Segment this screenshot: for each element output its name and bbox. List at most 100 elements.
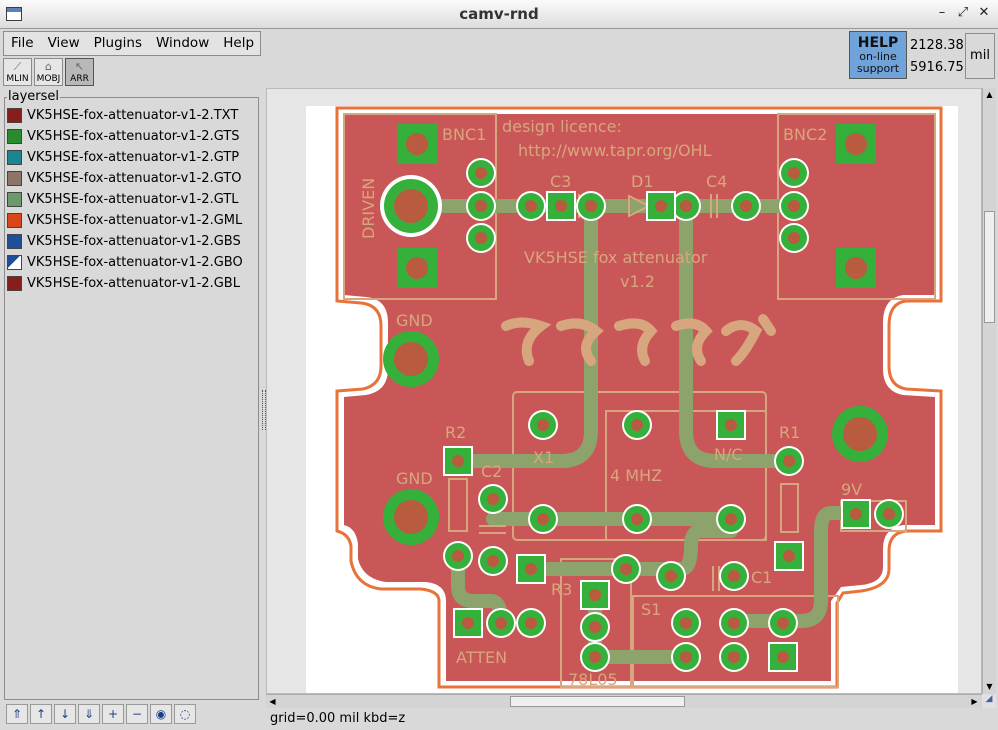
layer-name: VK5HSE-fox-attenuator-v1-2.GBO (27, 255, 243, 270)
layer-row[interactable]: VK5HSE-fox-attenuator-v1-2.GBL (6, 273, 258, 294)
layer-color-swatch[interactable] (7, 276, 22, 291)
layer-row[interactable]: VK5HSE-fox-attenuator-v1-2.GTP (6, 147, 258, 168)
menu-file[interactable]: File (4, 32, 41, 55)
tool-arr-label: ARR (70, 74, 89, 84)
scroll-down-icon[interactable]: ▼ (983, 680, 996, 693)
layer-toolbar: ⇑ ↑ ↓ ⇓ + − ◉ ◌ (6, 704, 198, 724)
layer-color-swatch[interactable] (7, 150, 22, 165)
label-mhz: 4 MHZ (610, 466, 662, 485)
label-gnd2: GND (396, 469, 433, 488)
layer-row[interactable]: VK5HSE-fox-attenuator-v1-2.GML (6, 210, 258, 231)
minimize-icon[interactable]: – (934, 5, 950, 21)
drawing-canvas[interactable]: BNC1 BNC2 DRIVEN design licence: http://… (266, 88, 982, 694)
label-c1: C1 (751, 568, 772, 587)
label-driven: DRIVEN (359, 178, 378, 239)
remove-layer-icon[interactable]: − (126, 704, 148, 724)
tool-mobj-button[interactable]: ⌂ MOBJ (34, 58, 63, 86)
arrow-pointer-icon: ↖ (74, 60, 85, 73)
layer-name: VK5HSE-fox-attenuator-v1-2.GBL (27, 276, 240, 291)
menu-bar: File View Plugins Window Help (3, 31, 261, 56)
layer-color-swatch[interactable] (7, 129, 22, 144)
coord-x: 2128.38 (910, 38, 964, 53)
layer-row[interactable]: VK5HSE-fox-attenuator-v1-2.TXT (6, 105, 258, 126)
label-r2: R2 (445, 423, 466, 442)
tool-arr-button[interactable]: ↖ ARR (65, 58, 94, 86)
horizontal-scrollbar[interactable]: ◀ ▶ (266, 694, 982, 708)
move-to-bottom-icon[interactable]: ⇓ (78, 704, 100, 724)
label-licence1: design licence: (502, 117, 622, 136)
measure-line-icon: ⟋ (13, 60, 22, 73)
label-x1: X1 (533, 448, 554, 467)
label-atten: ATTEN (456, 648, 507, 667)
label-s1: S1 (641, 600, 661, 619)
menu-help[interactable]: Help (216, 32, 261, 55)
menu-view[interactable]: View (41, 32, 87, 55)
add-layer-icon[interactable]: + (102, 704, 124, 724)
layer-row[interactable]: VK5HSE-fox-attenuator-v1-2.GBS (6, 231, 258, 252)
coordinate-readout: 2128.38 5916.75 (910, 35, 964, 79)
hide-layer-icon[interactable]: ◌ (174, 704, 196, 724)
show-layer-icon[interactable]: ◉ (150, 704, 172, 724)
label-board2: v1.2 (620, 272, 655, 291)
help-line2: support (856, 62, 900, 75)
coord-y: 5916.75 (910, 60, 964, 75)
maximize-icon[interactable]: ⤢ (955, 5, 971, 21)
label-r3: R3 (551, 580, 572, 599)
move-up-icon[interactable]: ↑ (30, 704, 52, 724)
scroll-up-icon[interactable]: ▲ (983, 88, 996, 101)
layer-name: VK5HSE-fox-attenuator-v1-2.GTP (27, 150, 240, 165)
label-gnd1: GND (396, 311, 433, 330)
label-bnc2: BNC2 (783, 125, 827, 144)
label-r1: R1 (779, 423, 800, 442)
window-title: camv-rnd (459, 5, 539, 23)
layer-name: VK5HSE-fox-attenuator-v1-2.GTS (27, 129, 240, 144)
layer-row[interactable]: VK5HSE-fox-attenuator-v1-2.GTL (6, 189, 258, 210)
layer-color-swatch[interactable] (7, 171, 22, 186)
label-c4: C4 (706, 172, 727, 191)
layer-color-swatch[interactable] (7, 213, 22, 228)
label-c3: C3 (550, 172, 571, 191)
label-bnc1: BNC1 (442, 125, 486, 144)
layer-color-swatch[interactable] (7, 255, 22, 270)
help-title: HELP (857, 35, 899, 51)
tool-mlin-button[interactable]: ⟋ MLIN (3, 58, 32, 86)
vertical-scroll-thumb[interactable] (984, 211, 995, 323)
layer-name: VK5HSE-fox-attenuator-v1-2.GTL (27, 192, 239, 207)
title-bar: camv-rnd – ⤢ ✕ (0, 0, 998, 29)
scroll-left-icon[interactable]: ◀ (266, 695, 279, 708)
layer-color-swatch[interactable] (7, 108, 22, 123)
unit-toggle-button[interactable]: mil (965, 33, 995, 79)
layersel-label: layersel (7, 89, 60, 104)
layer-row[interactable]: VK5HSE-fox-attenuator-v1-2.GTS (6, 126, 258, 147)
vertical-scrollbar[interactable]: ▲ ▼ (982, 88, 996, 694)
resize-grip-icon[interactable]: ◢ (982, 694, 996, 708)
label-78l05: 78L05 (568, 670, 618, 689)
label-9v: 9V (841, 480, 862, 499)
scroll-right-icon[interactable]: ▶ (968, 695, 981, 708)
layer-color-swatch[interactable] (7, 192, 22, 207)
label-c2: C2 (481, 462, 502, 481)
move-down-icon[interactable]: ↓ (54, 704, 76, 724)
layer-name: VK5HSE-fox-attenuator-v1-2.GML (27, 213, 243, 228)
label-nc: N/C (714, 445, 743, 464)
layer-name: VK5HSE-fox-attenuator-v1-2.TXT (27, 108, 239, 123)
tool-mobj-label: MOBJ (36, 74, 61, 84)
pcb-view: BNC1 BNC2 DRIVEN design licence: http://… (306, 106, 958, 693)
status-bar: grid=0.00 mil kbd=z (270, 711, 406, 726)
layer-name: VK5HSE-fox-attenuator-v1-2.GTO (27, 171, 242, 186)
layer-list: VK5HSE-fox-attenuator-v1-2.TXT VK5HSE-fox… (6, 105, 258, 294)
layer-row[interactable]: VK5HSE-fox-attenuator-v1-2.GTO (6, 168, 258, 189)
close-icon[interactable]: ✕ (976, 5, 992, 21)
move-object-icon: ⌂ (45, 60, 52, 73)
layer-color-swatch[interactable] (7, 234, 22, 249)
horizontal-scroll-thumb[interactable] (510, 696, 685, 707)
tool-mlin-label: MLIN (6, 74, 29, 84)
label-d1: D1 (631, 172, 654, 191)
layer-row[interactable]: VK5HSE-fox-attenuator-v1-2.GBO (6, 252, 258, 273)
label-board1: VK5HSE fox attenuator (524, 248, 708, 267)
menu-plugins[interactable]: Plugins (87, 32, 149, 55)
label-licence2: http://www.tapr.org/OHL (518, 141, 712, 160)
help-online-support-button[interactable]: HELP on-line support (849, 31, 907, 79)
menu-window[interactable]: Window (149, 32, 216, 55)
move-to-top-icon[interactable]: ⇑ (6, 704, 28, 724)
